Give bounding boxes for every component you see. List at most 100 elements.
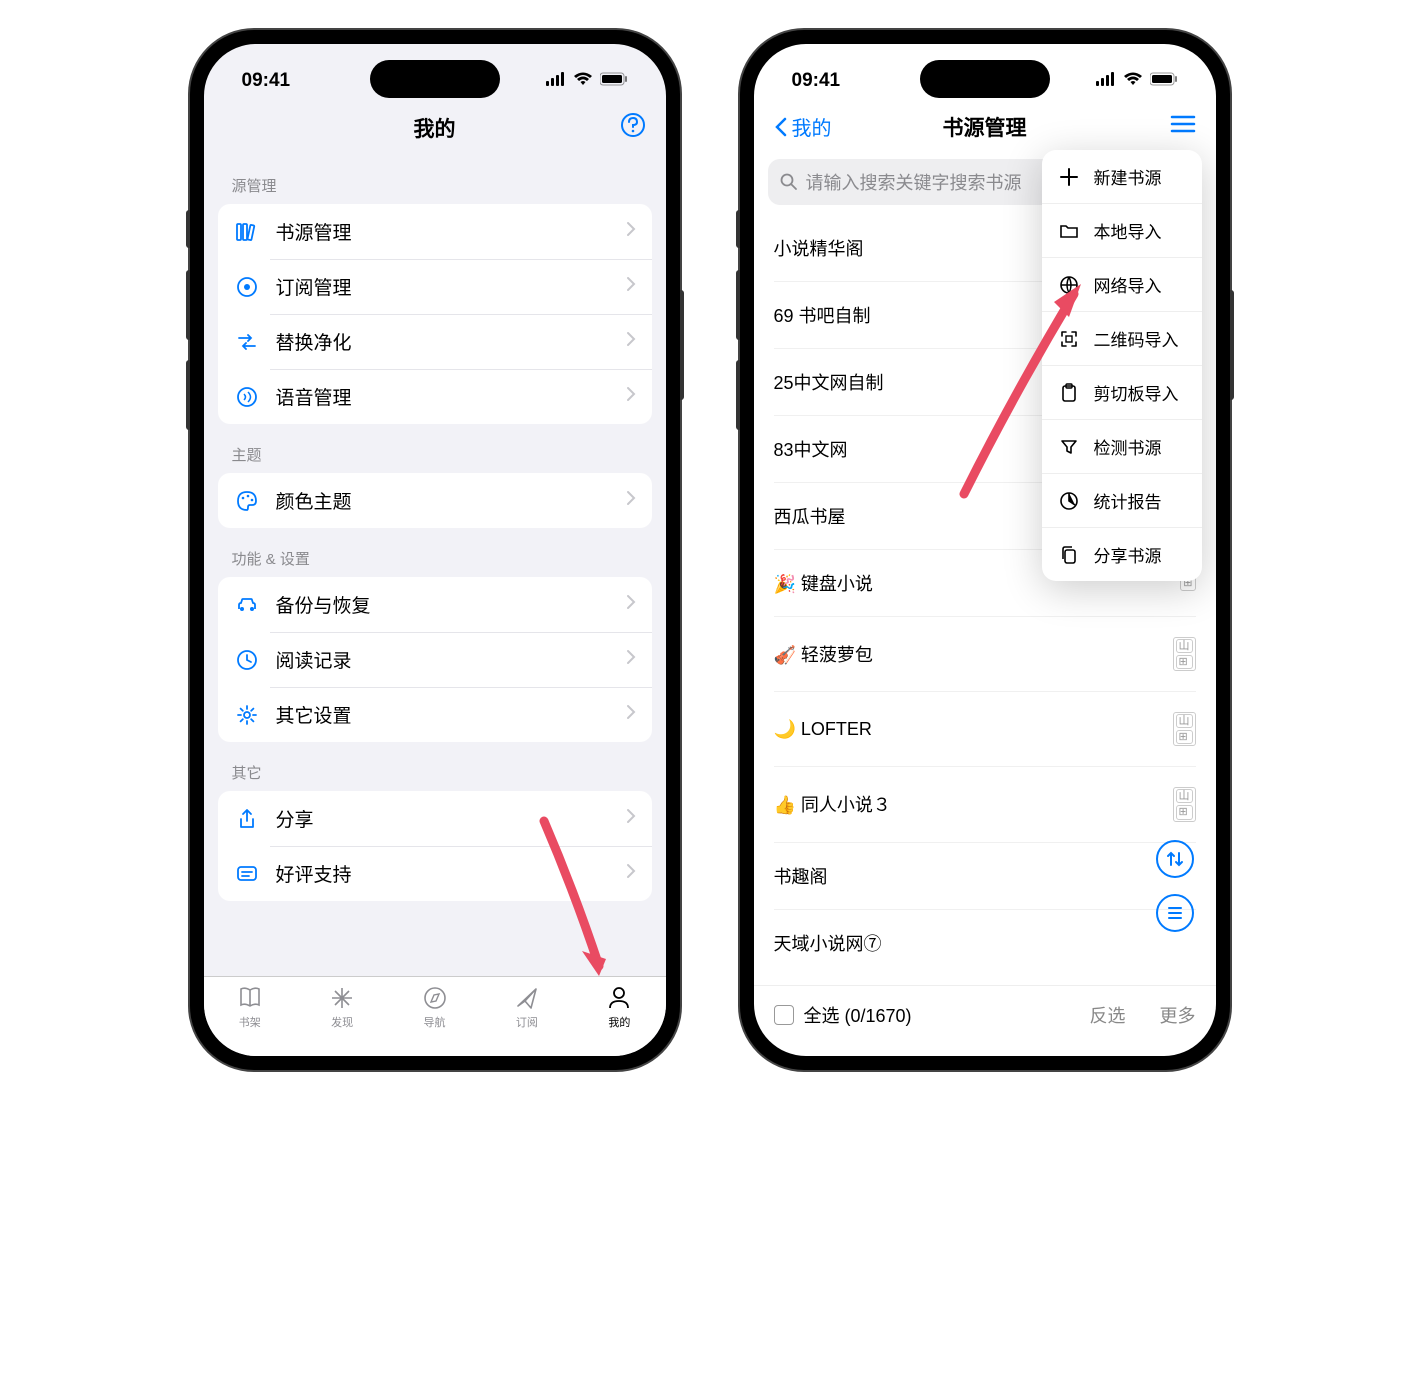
row-book-source-mgmt[interactable]: 书源管理 [218, 204, 652, 259]
row-label: 语音管理 [276, 383, 610, 410]
row-share[interactable]: 分享 [218, 791, 652, 846]
dynamic-island [920, 60, 1050, 98]
person-icon [605, 985, 633, 1011]
chevron-right-icon [626, 594, 636, 615]
dropdown-clipboard-import[interactable]: 剪切板导入 [1042, 366, 1202, 420]
source-label: 天域小说网⑦ [774, 930, 882, 956]
select-all-label: 全选 (0/1670) [804, 1002, 912, 1028]
tab-navigation[interactable]: 导航 [388, 985, 480, 1030]
folder-icon [1058, 220, 1080, 242]
row-label: 书源管理 [276, 218, 610, 245]
source-label: 🎉 键盘小说 [774, 570, 873, 596]
battery-icon [1150, 70, 1178, 92]
source-item[interactable]: 天域小说网⑦ [774, 910, 1196, 976]
clock-icon [234, 647, 260, 673]
tab-label: 订阅 [516, 1014, 538, 1030]
menu-button[interactable] [1170, 114, 1196, 139]
dropdown-stats-report[interactable]: 统计报告 [1042, 474, 1202, 528]
row-replace-purify[interactable]: 替换净化 [218, 314, 652, 369]
fab-menu[interactable] [1156, 894, 1194, 932]
tab-label: 书架 [239, 1014, 261, 1030]
fab-sort[interactable] [1156, 840, 1194, 878]
section-header: 其它 [218, 742, 652, 791]
row-rate-support[interactable]: 好评支持 [218, 846, 652, 901]
tab-label: 发现 [331, 1014, 353, 1030]
section-header: 功能 & 设置 [218, 528, 652, 577]
dropdown-share-source[interactable]: 分享书源 [1042, 528, 1202, 581]
row-color-theme[interactable]: 颜色主题 [218, 473, 652, 528]
dropdown-new-source[interactable]: 新建书源 [1042, 150, 1202, 204]
source-label: 🎻 轻菠萝包 [774, 641, 873, 667]
chevron-right-icon [626, 331, 636, 352]
tab-discover[interactable]: 发现 [296, 985, 388, 1030]
arrows-icon [234, 329, 260, 355]
source-label: 小说精华阁 [774, 235, 864, 261]
sound-icon [234, 384, 260, 410]
phone-frame-2: 09:41 我的 书源管理 请输入搜索关键字搜索书源 [740, 30, 1230, 1070]
tab-mine[interactable]: 我的 [573, 985, 665, 1030]
dropdown-label: 网络导入 [1094, 272, 1162, 297]
row-voice-mgmt[interactable]: 语音管理 [218, 369, 652, 424]
source-badge: 山⊞ [1173, 787, 1196, 821]
row-backup-restore[interactable]: 备份与恢复 [218, 577, 652, 632]
source-item[interactable]: 👍 同人小说３山⊞ [774, 767, 1196, 842]
row-label: 好评支持 [276, 860, 610, 887]
gear-icon [234, 702, 260, 728]
invert-button[interactable]: 反选 [1090, 1002, 1126, 1028]
source-label: 83中文网 [774, 436, 848, 462]
dropdown-detect-source[interactable]: 检测书源 [1042, 420, 1202, 474]
dropdown-local-import[interactable]: 本地导入 [1042, 204, 1202, 258]
filter-icon [1058, 436, 1080, 458]
chevron-right-icon [626, 863, 636, 884]
chevron-right-icon [626, 649, 636, 670]
piechart-icon [1058, 490, 1080, 512]
help-button[interactable] [620, 112, 646, 143]
palette-icon [234, 488, 260, 514]
hamburger-icon [1170, 114, 1196, 134]
row-label: 替换净化 [276, 328, 610, 355]
source-label: 书趣阁 [774, 863, 828, 889]
back-label: 我的 [792, 112, 832, 141]
row-label: 阅读记录 [276, 646, 610, 673]
source-badge: 山⊞ [1173, 637, 1196, 671]
tab-bookshelf[interactable]: 书架 [204, 985, 296, 1030]
source-label: 🌙 LOFTER [774, 719, 872, 740]
chevron-right-icon [626, 221, 636, 242]
dropdown-label: 剪切板导入 [1094, 380, 1179, 405]
row-subscription-mgmt[interactable]: 订阅管理 [218, 259, 652, 314]
dropdown-label: 本地导入 [1094, 218, 1162, 243]
grid-icon [328, 985, 356, 1011]
dropdown-qr-import[interactable]: 二维码导入 [1042, 312, 1202, 366]
signal-icon [546, 70, 566, 92]
back-button[interactable]: 我的 [774, 112, 832, 141]
page-title: 书源管理 [943, 112, 1027, 142]
source-item[interactable]: 🎻 轻菠萝包 山⊞ [774, 617, 1196, 692]
battery-icon [600, 70, 628, 92]
row-label: 备份与恢复 [276, 591, 610, 618]
plus-icon [1058, 166, 1080, 188]
car-icon [234, 592, 260, 618]
book-icon [236, 985, 264, 1011]
row-label: 颜色主题 [276, 487, 610, 514]
row-label: 分享 [276, 805, 610, 832]
circle-dot-icon [234, 274, 260, 300]
tab-subscribe[interactable]: 订阅 [481, 985, 573, 1030]
row-reading-record[interactable]: 阅读记录 [218, 632, 652, 687]
dropdown-network-import[interactable]: 网络导入 [1042, 258, 1202, 312]
nav-header: 我的 书源管理 [754, 104, 1216, 153]
status-time: 09:41 [242, 70, 291, 92]
dropdown-label: 检测书源 [1094, 434, 1162, 459]
select-all-checkbox[interactable] [774, 1005, 794, 1025]
dropdown-label: 新建书源 [1094, 164, 1162, 189]
compass-icon [421, 985, 449, 1011]
source-item[interactable]: 书趣阁 [774, 843, 1196, 910]
chevron-right-icon [626, 704, 636, 725]
clipboard-icon [1058, 382, 1080, 404]
share-icon [1058, 544, 1080, 566]
source-item[interactable]: 🌙 LOFTER 山⊞ [774, 692, 1196, 767]
more-button[interactable]: 更多 [1160, 1002, 1196, 1028]
row-other-settings[interactable]: 其它设置 [218, 687, 652, 742]
chevron-right-icon [626, 490, 636, 511]
tab-label: 导航 [424, 1014, 446, 1030]
source-badge: 山⊞ [1173, 712, 1196, 746]
